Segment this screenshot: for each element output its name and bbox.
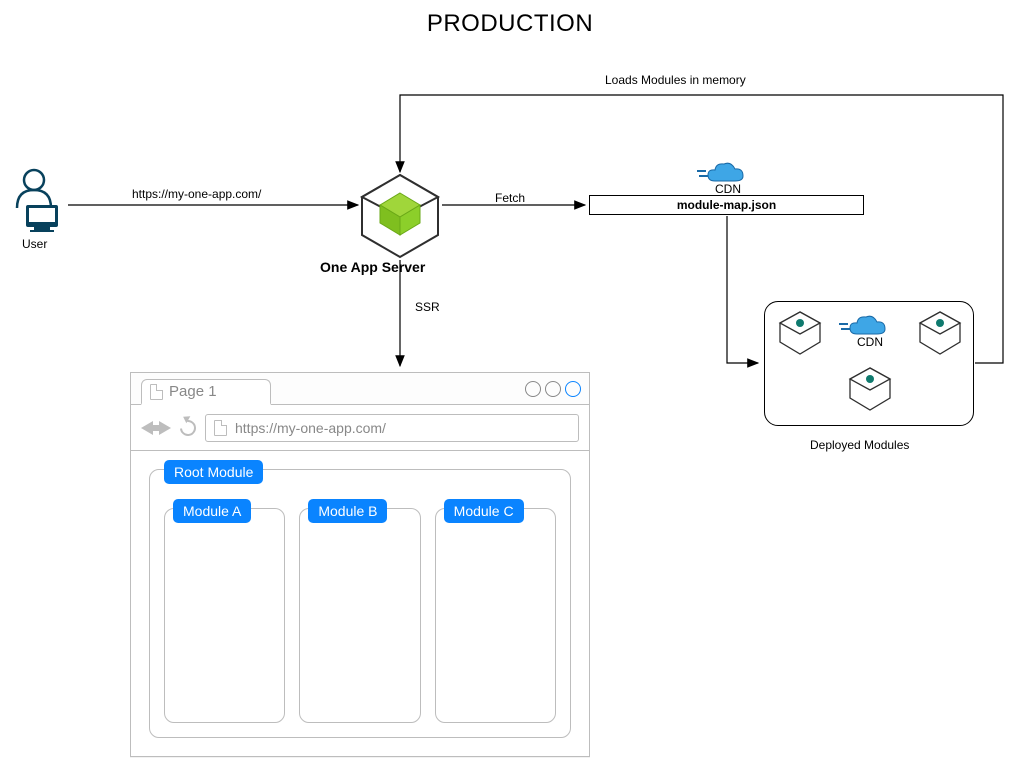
window-button-close[interactable] (565, 381, 581, 397)
module-map-box: module-map.json (589, 195, 864, 215)
browser-viewport: Root Module Module A Module B Module C (131, 451, 589, 756)
deployed-modules-box (764, 301, 974, 426)
edge-label-loads-modules: Loads Modules in memory (605, 73, 746, 87)
address-url: https://my-one-app.com/ (235, 420, 386, 436)
user-label: User (22, 237, 47, 251)
server-label: One App Server (320, 259, 425, 275)
nav-refresh-button[interactable] (177, 416, 200, 439)
nav-back-button[interactable] (141, 421, 153, 435)
window-button-max[interactable] (545, 381, 561, 397)
module-a-box: Module A (164, 508, 285, 723)
root-module-tag: Root Module (164, 460, 263, 484)
user-icon (17, 170, 58, 232)
root-module-box: Root Module Module A Module B Module C (149, 469, 571, 738)
page-icon (214, 420, 227, 436)
window-button-min[interactable] (525, 381, 541, 397)
diagram-title: PRODUCTION (0, 10, 1020, 38)
edge-label-user-to-server: https://my-one-app.com/ (132, 187, 261, 201)
address-bar[interactable]: https://my-one-app.com/ (205, 414, 579, 442)
browser-window: Page 1 https://my-one-app.com/ Root Modu… (130, 372, 590, 757)
browser-toolbar: https://my-one-app.com/ (131, 405, 589, 451)
window-buttons (525, 381, 581, 397)
page-icon (150, 384, 163, 400)
nav-forward-button[interactable] (159, 421, 171, 435)
browser-tab[interactable]: Page 1 (141, 379, 271, 405)
module-a-tag: Module A (173, 499, 251, 523)
edge-label-fetch: Fetch (495, 191, 525, 205)
tab-title: Page 1 (169, 383, 217, 400)
browser-tabbar: Page 1 (131, 373, 589, 405)
deployed-modules-label: Deployed Modules (810, 438, 909, 452)
module-c-tag: Module C (444, 499, 524, 523)
module-b-box: Module B (299, 508, 420, 723)
edge-label-ssr: SSR (415, 300, 440, 314)
cdn-label-top: CDN (715, 182, 741, 196)
module-c-box: Module C (435, 508, 556, 723)
module-b-tag: Module B (308, 499, 387, 523)
